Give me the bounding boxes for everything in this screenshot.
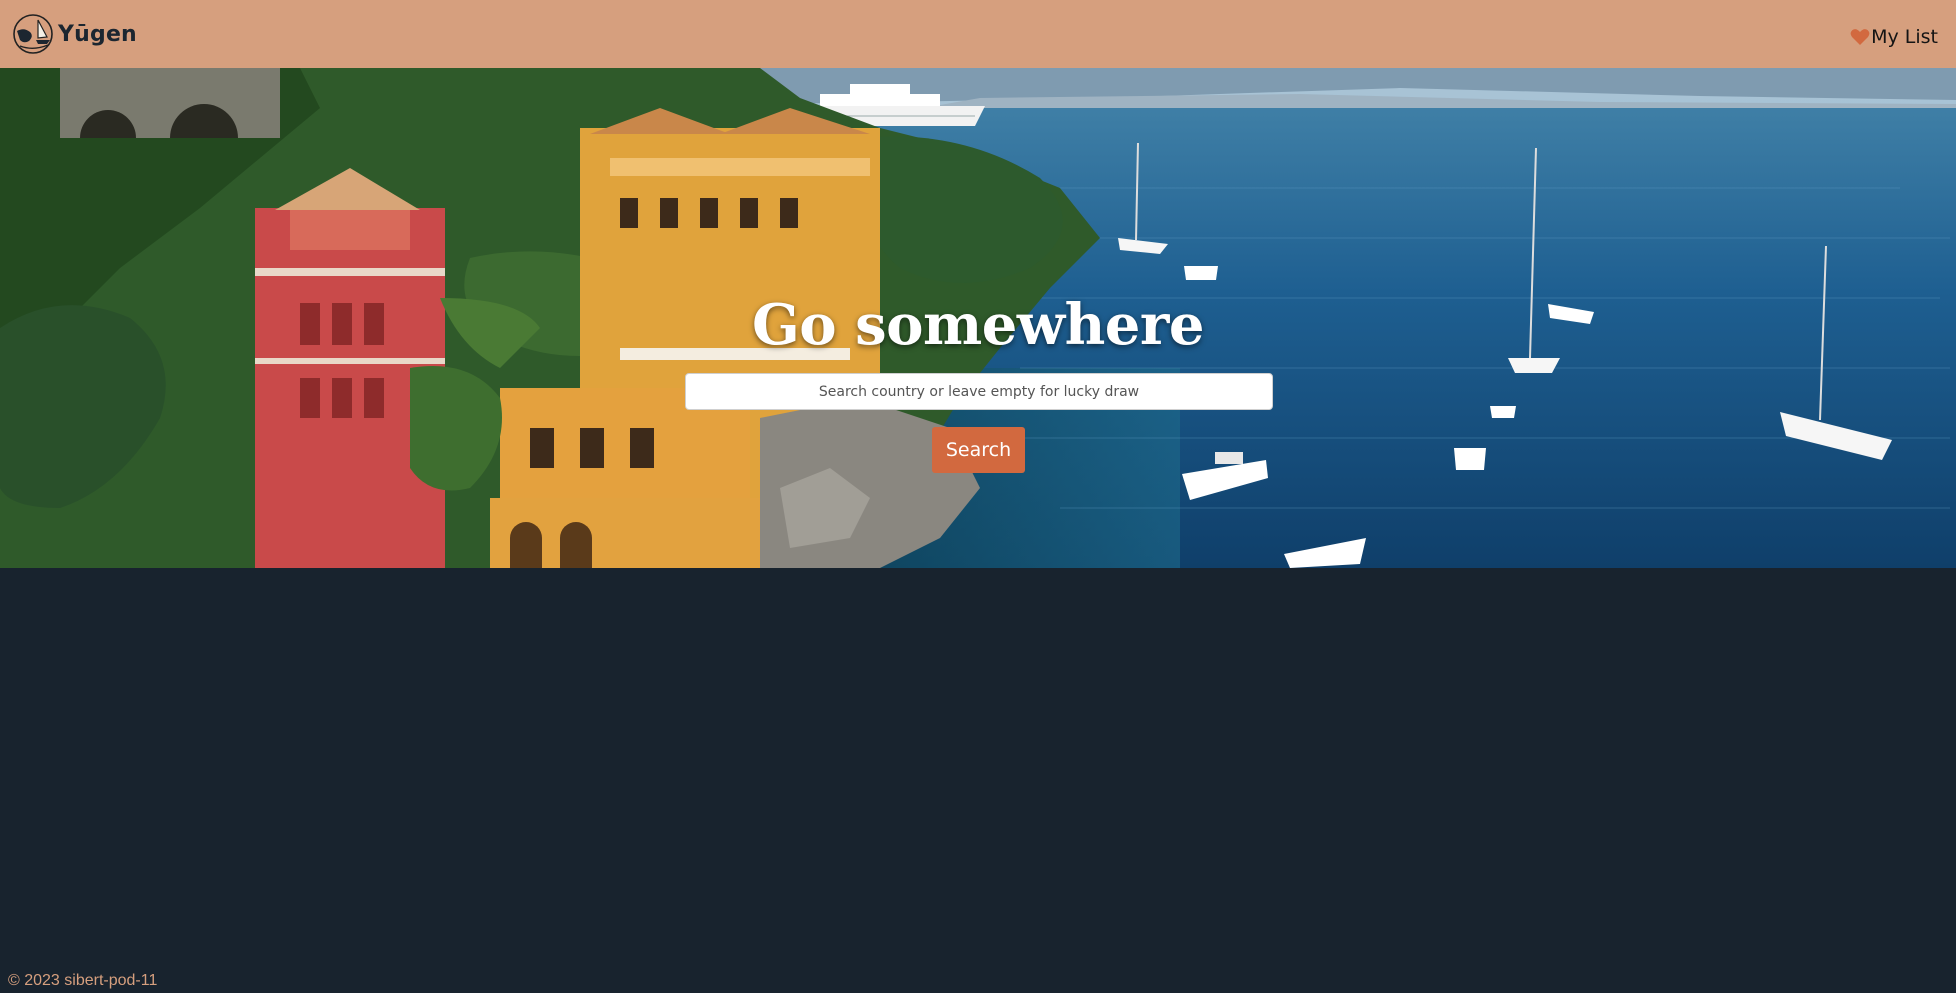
my-list-link[interactable]: My List: [1850, 26, 1938, 48]
heart-icon: [1850, 29, 1870, 45]
brand-name: Yūgen: [58, 21, 137, 47]
brand-home-link[interactable]: Yūgen: [12, 13, 137, 55]
search-button[interactable]: Search: [932, 427, 1025, 473]
hero-title: Go somewhere: [751, 292, 1205, 358]
hero-banner: Go somewhere Search: [0, 68, 1956, 568]
footer-copyright: © 2023 sibert-pod-11: [8, 972, 158, 989]
navbar: Yūgen My List: [0, 0, 1956, 68]
country-search-input[interactable]: [685, 373, 1273, 410]
globe-sailboat-logo-icon: [13, 14, 53, 54]
my-list-label: My List: [1871, 26, 1938, 48]
